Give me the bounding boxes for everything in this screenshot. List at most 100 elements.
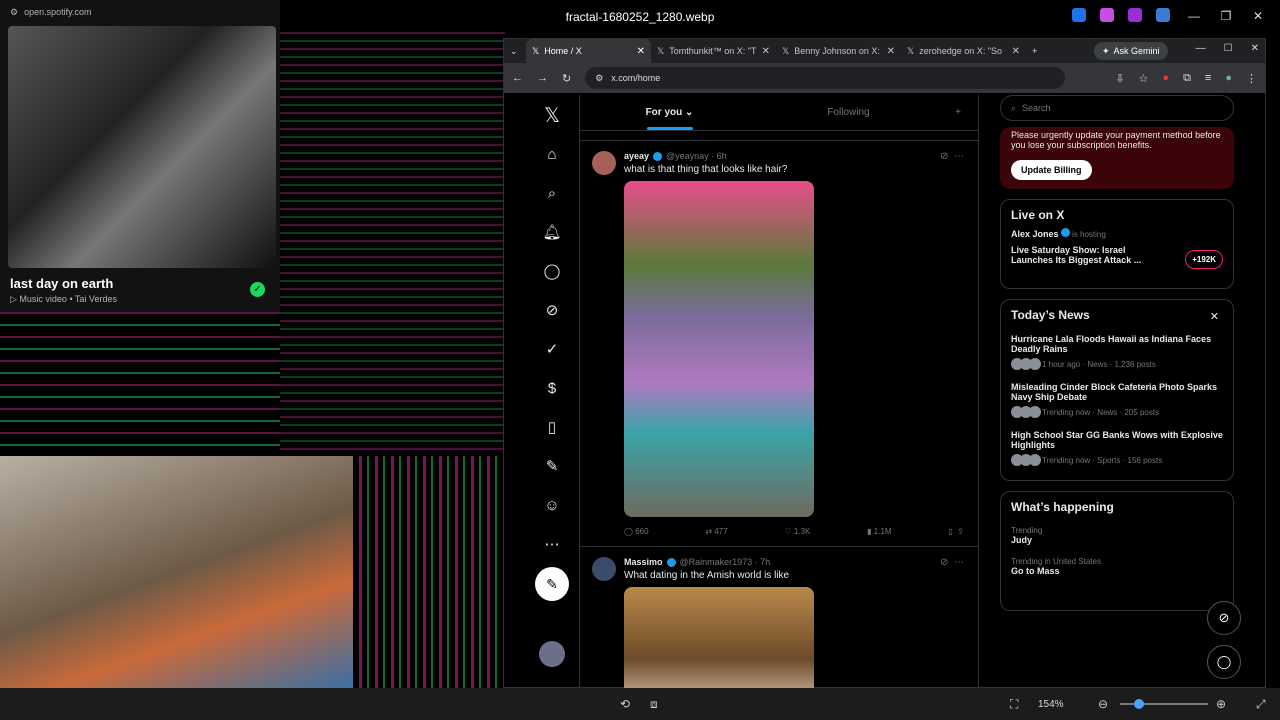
maximize-icon[interactable]: ❐ xyxy=(1212,6,1240,26)
app-icon[interactable] xyxy=(1156,8,1170,22)
views-button[interactable]: ▮ 1.1M xyxy=(867,527,891,536)
tab-zerohedge[interactable]: 𝕏zerohedge on X: "So ✕ xyxy=(901,39,1026,63)
post-handle-time: @Rainmaker1973 · 7h xyxy=(679,557,771,567)
zoom-slider-thumb[interactable] xyxy=(1134,699,1144,709)
song-title[interactable]: last day on earth xyxy=(10,276,113,291)
verified-orgs-icon[interactable]: ✓ xyxy=(532,329,572,369)
post-author-name[interactable]: Massimo xyxy=(624,557,663,567)
install-icon[interactable]: ⇩ xyxy=(1115,72,1124,85)
more-icon[interactable]: ⋯ xyxy=(532,524,572,564)
site-info-icon[interactable]: ⚙ xyxy=(595,73,603,84)
trend-item[interactable]: Trending Judy xyxy=(1011,520,1223,551)
close-icon[interactable]: ✕ xyxy=(1210,310,1219,323)
messages-icon[interactable]: ◯ xyxy=(532,251,572,291)
zoom-out-icon[interactable]: ⊖ xyxy=(1098,697,1108,711)
menu-icon[interactable]: ⋮ xyxy=(1246,72,1257,85)
spotify-miniplayer: ⚙ open.spotify.com last day on earth ▷ M… xyxy=(0,0,280,312)
news-meta: 1 hour ago · News · 1,236 posts xyxy=(1011,358,1223,370)
fit-icon[interactable]: ⛶ xyxy=(1010,697,1018,712)
forward-icon[interactable]: → xyxy=(537,72,548,84)
zoom-level[interactable]: 154% xyxy=(1038,699,1064,710)
lists-icon[interactable]: ✎ xyxy=(532,446,572,486)
post-author-name[interactable]: ayeay xyxy=(624,151,649,161)
minimize-icon[interactable]: — xyxy=(1180,6,1208,26)
bookmark-share-buttons[interactable]: ▯ ⇪ xyxy=(948,527,964,536)
app-icon[interactable] xyxy=(1072,8,1086,22)
post-author-avatar[interactable] xyxy=(592,151,616,175)
reload-icon[interactable]: ↻ xyxy=(562,72,571,85)
close-icon[interactable]: ✕ xyxy=(1244,6,1272,26)
messages-float-icon[interactable]: ◯ xyxy=(1207,645,1241,679)
saved-check-icon[interactable]: ✓ xyxy=(250,282,265,297)
x-logo-icon: 𝕏 xyxy=(907,45,915,56)
reply-button[interactable]: ◯ 660 xyxy=(624,527,649,536)
update-billing-button[interactable]: Update Billing xyxy=(1011,160,1092,180)
post-more-icon[interactable]: ⊘ ⋯ xyxy=(940,151,964,162)
like-button[interactable]: ♡ 1.3K xyxy=(784,527,810,536)
adblock-icon[interactable]: ● xyxy=(1162,72,1169,85)
tab-following[interactable]: Following xyxy=(759,95,938,130)
ask-gemini-button[interactable]: ✦ Ask Gemini xyxy=(1094,42,1168,60)
tab-home-x[interactable]: 𝕏 Home / X ✕ xyxy=(526,39,651,63)
new-tab-icon[interactable]: + xyxy=(1032,46,1037,56)
grok-float-icon[interactable]: ⊘ xyxy=(1207,601,1241,635)
notifications-bell-icon[interactable]: 🔔︎ xyxy=(532,212,572,252)
crop-icon[interactable]: ⧈ xyxy=(650,697,658,712)
live-show-title[interactable]: Live Saturday Show: Israel Launches Its … xyxy=(1011,245,1161,265)
happening-title: What’s happening xyxy=(1011,500,1114,514)
app-icon[interactable] xyxy=(1100,8,1114,22)
news-item[interactable]: Misleading Cinder Block Cafeteria Photo … xyxy=(1011,376,1223,424)
add-feed-icon[interactable]: + xyxy=(938,95,978,130)
tab-tomthunkit[interactable]: 𝕏 Tomthunkit™ on X: "T ✕ xyxy=(651,39,776,63)
reading-list-icon[interactable]: ≡ xyxy=(1205,72,1211,85)
maximize-icon[interactable]: ☐ xyxy=(1224,43,1233,54)
tab-label: zerohedge on X: "So xyxy=(919,46,1003,56)
search-input[interactable]: ⌕ Search xyxy=(1000,95,1234,121)
settings-icon[interactable]: ⚙ xyxy=(10,7,18,18)
repost-count: 477 xyxy=(714,527,728,536)
webcam-overlay xyxy=(0,456,353,688)
trend-context: Trending in United States xyxy=(1011,557,1101,566)
grok-icon[interactable]: ⊘ xyxy=(532,290,572,330)
monetization-icon[interactable]: $ xyxy=(532,368,572,408)
x-logo-icon[interactable]: 𝕏 xyxy=(532,95,572,135)
close-tab-icon[interactable]: ✕ xyxy=(762,46,770,57)
news-item[interactable]: High School Star GG Banks Wows with Expl… xyxy=(1011,424,1223,472)
tab-benny-johnson[interactable]: 𝕏 Benny Johnson on X: ✕ xyxy=(776,39,901,63)
close-tab-icon[interactable]: ✕ xyxy=(1012,46,1020,57)
post[interactable]: Massimo @Rainmaker1973 · 7h ⊘ ⋯ What dati… xyxy=(580,547,978,689)
explore-search-icon[interactable]: ⌕ xyxy=(532,173,572,213)
back-icon[interactable]: ← xyxy=(512,72,523,84)
close-tab-icon[interactable]: ✕ xyxy=(887,46,895,57)
news-item[interactable]: Hurricane Lala Floods Hawaii as Indiana … xyxy=(1011,328,1223,376)
compose-post-button[interactable]: ✎ xyxy=(535,567,569,601)
tab-for-you[interactable]: For you ⌄ xyxy=(580,95,759,130)
profile-icon[interactable]: ☺ xyxy=(532,485,572,525)
profile-icon[interactable]: ● xyxy=(1225,72,1232,85)
zoom-in-icon[interactable]: ⊕ xyxy=(1216,697,1226,711)
live-listener-badge[interactable]: +192K xyxy=(1185,250,1223,269)
account-avatar[interactable] xyxy=(539,641,565,667)
rotate-icon[interactable]: ⟲ xyxy=(620,697,630,711)
post-image[interactable] xyxy=(624,181,814,517)
url-field[interactable]: ⚙ x.com/home xyxy=(585,67,1066,89)
tab-search-icon[interactable]: ⌄ xyxy=(510,46,526,57)
close-tab-icon[interactable]: ✕ xyxy=(637,46,645,57)
post[interactable]: ayeay @yeaynay · 6h ⊘ ⋯ what is that thin… xyxy=(580,141,978,547)
reply-count: 660 xyxy=(635,527,649,536)
live-host[interactable]: Alex Jones is hosting xyxy=(1011,228,1223,239)
album-art[interactable] xyxy=(8,26,276,268)
extensions-icon[interactable]: ⧉ xyxy=(1183,72,1191,85)
bookmarks-icon[interactable]: ▯ xyxy=(532,407,572,447)
home-icon[interactable]: ⌂ xyxy=(532,134,572,174)
minimize-icon[interactable]: — xyxy=(1196,43,1206,54)
app-icon[interactable] xyxy=(1128,8,1142,22)
post-more-icon[interactable]: ⊘ ⋯ xyxy=(940,557,964,568)
bookmark-star-icon[interactable]: ☆ xyxy=(1139,72,1149,85)
repost-button[interactable]: ⇄ 477 xyxy=(705,527,727,536)
post-image[interactable] xyxy=(624,587,814,689)
close-icon[interactable]: ✕ xyxy=(1251,43,1259,54)
fullscreen-icon[interactable]: ⤢ xyxy=(1256,697,1266,712)
post-author-avatar[interactable] xyxy=(592,557,616,581)
trend-item[interactable]: Trending in United States Go to Mass xyxy=(1011,551,1223,582)
